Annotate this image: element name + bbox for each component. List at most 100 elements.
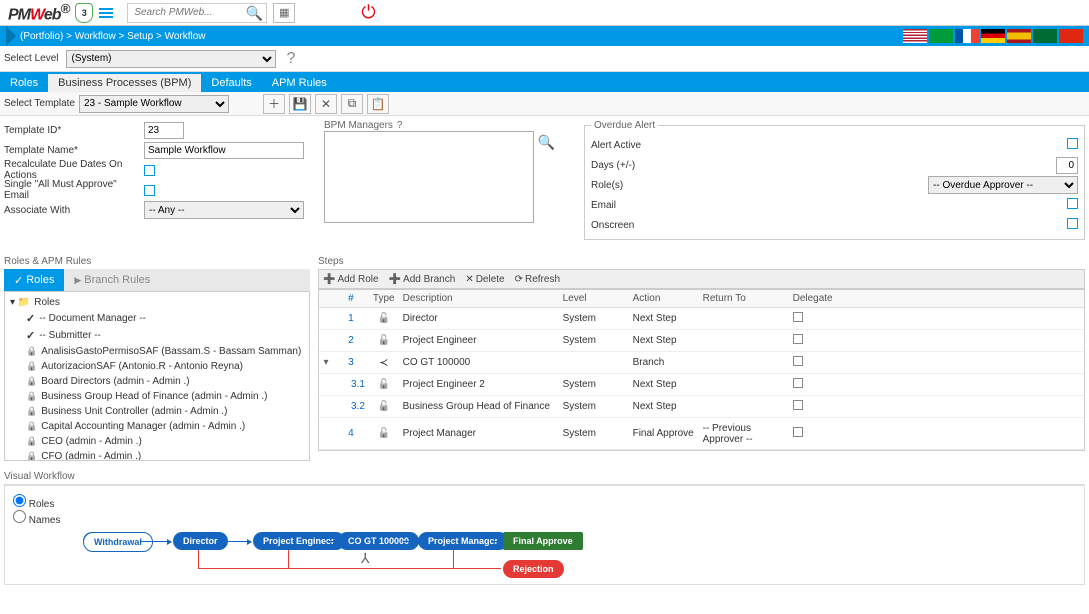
od-email-label: Email	[591, 200, 661, 211]
tab-defaults[interactable]: Defaults	[201, 74, 261, 92]
select-template-dropdown[interactable]: 23 - Sample Workflow	[79, 95, 229, 113]
bc-chevron-icon[interactable]	[6, 26, 16, 46]
overdue-alert-group: Overdue Alert Alert Active Days (+/-) Ro…	[584, 120, 1085, 240]
associate-label: Associate With	[4, 205, 144, 216]
tree-item[interactable]: Business Group Head of Finance (admin - …	[8, 389, 306, 404]
paste-button[interactable]: 📋	[367, 94, 389, 114]
table-row[interactable]: 2Project EngineerSystemNext Step	[319, 330, 1084, 352]
check-icon	[26, 329, 35, 342]
recalc-label: Recalculate Due Dates On Actions	[4, 159, 144, 181]
rules-panel-title: Roles & APM Rules	[4, 256, 310, 267]
flag-group[interactable]	[903, 29, 1083, 43]
days-input[interactable]	[1056, 157, 1078, 174]
tab-bpm[interactable]: Business Processes (BPM)	[48, 74, 201, 92]
table-row[interactable]: 4Project ManagerSystemFinal Approve-- Pr…	[319, 418, 1084, 450]
help-icon[interactable]: ?	[397, 120, 403, 131]
flag-es[interactable]	[1007, 29, 1031, 43]
flag-us[interactable]	[903, 29, 927, 43]
table-row[interactable]: 1DirectorSystemNext Step	[319, 308, 1084, 330]
lock-icon	[26, 391, 37, 402]
days-label: Days (+/-)	[591, 160, 661, 171]
lock-icon	[26, 421, 37, 432]
tree-item[interactable]: Business Unit Controller (admin - Admin …	[8, 404, 306, 419]
od-email-checkbox[interactable]	[1067, 198, 1078, 209]
node-director[interactable]: Director	[173, 532, 228, 550]
lock-icon	[26, 346, 37, 357]
logo: PMWeb®	[8, 1, 69, 24]
visual-title: Visual Workflow	[4, 469, 1085, 485]
help-icon[interactable]: ?	[286, 50, 295, 68]
tree-item[interactable]: -- Document Manager --	[8, 310, 306, 327]
tab-roles[interactable]: Roles	[0, 74, 48, 92]
node-withdrawal[interactable]: Withdrawal	[83, 532, 153, 552]
steps-title: Steps	[318, 256, 1085, 267]
main-tabs: Roles Business Processes (BPM) Defaults …	[0, 72, 1089, 92]
single-approve-checkbox[interactable]	[144, 185, 155, 196]
new-button[interactable]: ＋	[263, 94, 285, 114]
table-row[interactable]: 3.1Project Engineer 2SystemNext Step	[319, 374, 1084, 396]
tree-root[interactable]: ▾ 📁 Roles	[8, 295, 306, 310]
od-roles-label: Role(s)	[591, 180, 661, 191]
od-onscreen-label: Onscreen	[591, 220, 661, 231]
select-template-label: Select Template	[4, 98, 75, 109]
alert-active-label: Alert Active	[591, 140, 661, 151]
lock-icon	[26, 406, 37, 417]
tab-apm[interactable]: APM Rules	[262, 74, 337, 92]
shield-badge: 3	[75, 3, 93, 23]
template-id-input[interactable]	[144, 122, 184, 139]
bpm-managers-box[interactable]: 🔍	[324, 131, 534, 223]
tree-item[interactable]: Capital Accounting Manager (admin - Admi…	[8, 419, 306, 434]
radio-names[interactable]: Names	[13, 515, 60, 526]
steps-grid[interactable]: # Type Description Level Action Return T…	[318, 289, 1085, 451]
lock-icon	[26, 376, 37, 387]
table-row[interactable]: 3.2Business Group Head of FinanceSystemN…	[319, 396, 1084, 418]
template-name-label: Template Name*	[4, 145, 144, 156]
associate-dropdown[interactable]: -- Any --	[144, 201, 304, 219]
power-icon[interactable]: ⏻	[361, 2, 375, 23]
flag-cn[interactable]	[1059, 29, 1083, 43]
search-icon[interactable]: 🔍	[538, 134, 555, 151]
refresh-button[interactable]: ⟳ Refresh	[515, 274, 560, 285]
lock-icon	[26, 361, 37, 372]
search-icon[interactable]: 🔍	[246, 5, 263, 22]
delete-button[interactable]: ✕	[315, 94, 337, 114]
subtab-branch-rules[interactable]: ▶Branch Rules	[64, 269, 160, 291]
tree-item[interactable]: Board Directors (admin - Admin .)	[8, 374, 306, 389]
flag-sa[interactable]	[1033, 29, 1057, 43]
save-button[interactable]: 💾	[289, 94, 311, 114]
alert-active-checkbox[interactable]	[1067, 138, 1078, 149]
copy-button[interactable]: ⧉	[341, 94, 363, 114]
node-fa[interactable]: Final Approve	[503, 532, 583, 550]
od-onscreen-checkbox[interactable]	[1067, 218, 1078, 229]
flag-de[interactable]	[981, 29, 1005, 43]
template-name-input[interactable]	[144, 142, 304, 159]
check-icon	[26, 312, 35, 325]
subtab-roles[interactable]: ✓Roles	[4, 269, 64, 291]
apps-icon[interactable]: ▦	[273, 3, 295, 23]
bpm-managers-label: BPM Managers	[324, 120, 393, 131]
delete-button[interactable]: ✕ Delete	[465, 274, 504, 285]
node-rejection[interactable]: Rejection	[503, 560, 564, 578]
tree-item[interactable]: CEO (admin - Admin .)	[8, 434, 306, 449]
recalc-checkbox[interactable]	[144, 165, 155, 176]
single-approve-label: Single "All Must Approve" Email	[4, 179, 144, 201]
breadcrumb: (Portfolio) > Workflow > Setup > Workflo…	[0, 26, 1089, 46]
roles-tree[interactable]: ▾ 📁 Roles -- Document Manager ---- Submi…	[4, 291, 310, 461]
add-role-button[interactable]: ➕ Add Role	[323, 274, 379, 285]
tree-item[interactable]: AnalisisGastoPermisoSAF (Bassam.S - Bass…	[8, 344, 306, 359]
select-level-label: Select Level	[4, 53, 58, 64]
menu-icon[interactable]	[99, 8, 113, 18]
flag-fr[interactable]	[955, 29, 979, 43]
table-row[interactable]: ▾3CO GT 100000Branch	[319, 352, 1084, 374]
radio-roles[interactable]: Roles	[13, 499, 54, 510]
template-id-label: Template ID*	[4, 125, 144, 136]
visual-workflow-canvas: Roles Names Submitter Withdrawal Directo…	[4, 485, 1085, 585]
add-branch-button[interactable]: ➕ Add Branch	[389, 274, 456, 285]
flag-br[interactable]	[929, 29, 953, 43]
select-level-dropdown[interactable]: (System)	[66, 50, 276, 68]
tree-item[interactable]: CFO (admin - Admin .)	[8, 449, 306, 461]
od-roles-dropdown[interactable]: -- Overdue Approver --	[928, 176, 1078, 194]
tree-item[interactable]: -- Submitter --	[8, 327, 306, 344]
tree-item[interactable]: AutorizacionSAF (Antonio.R - Antonio Rey…	[8, 359, 306, 374]
lock-icon	[26, 451, 37, 461]
